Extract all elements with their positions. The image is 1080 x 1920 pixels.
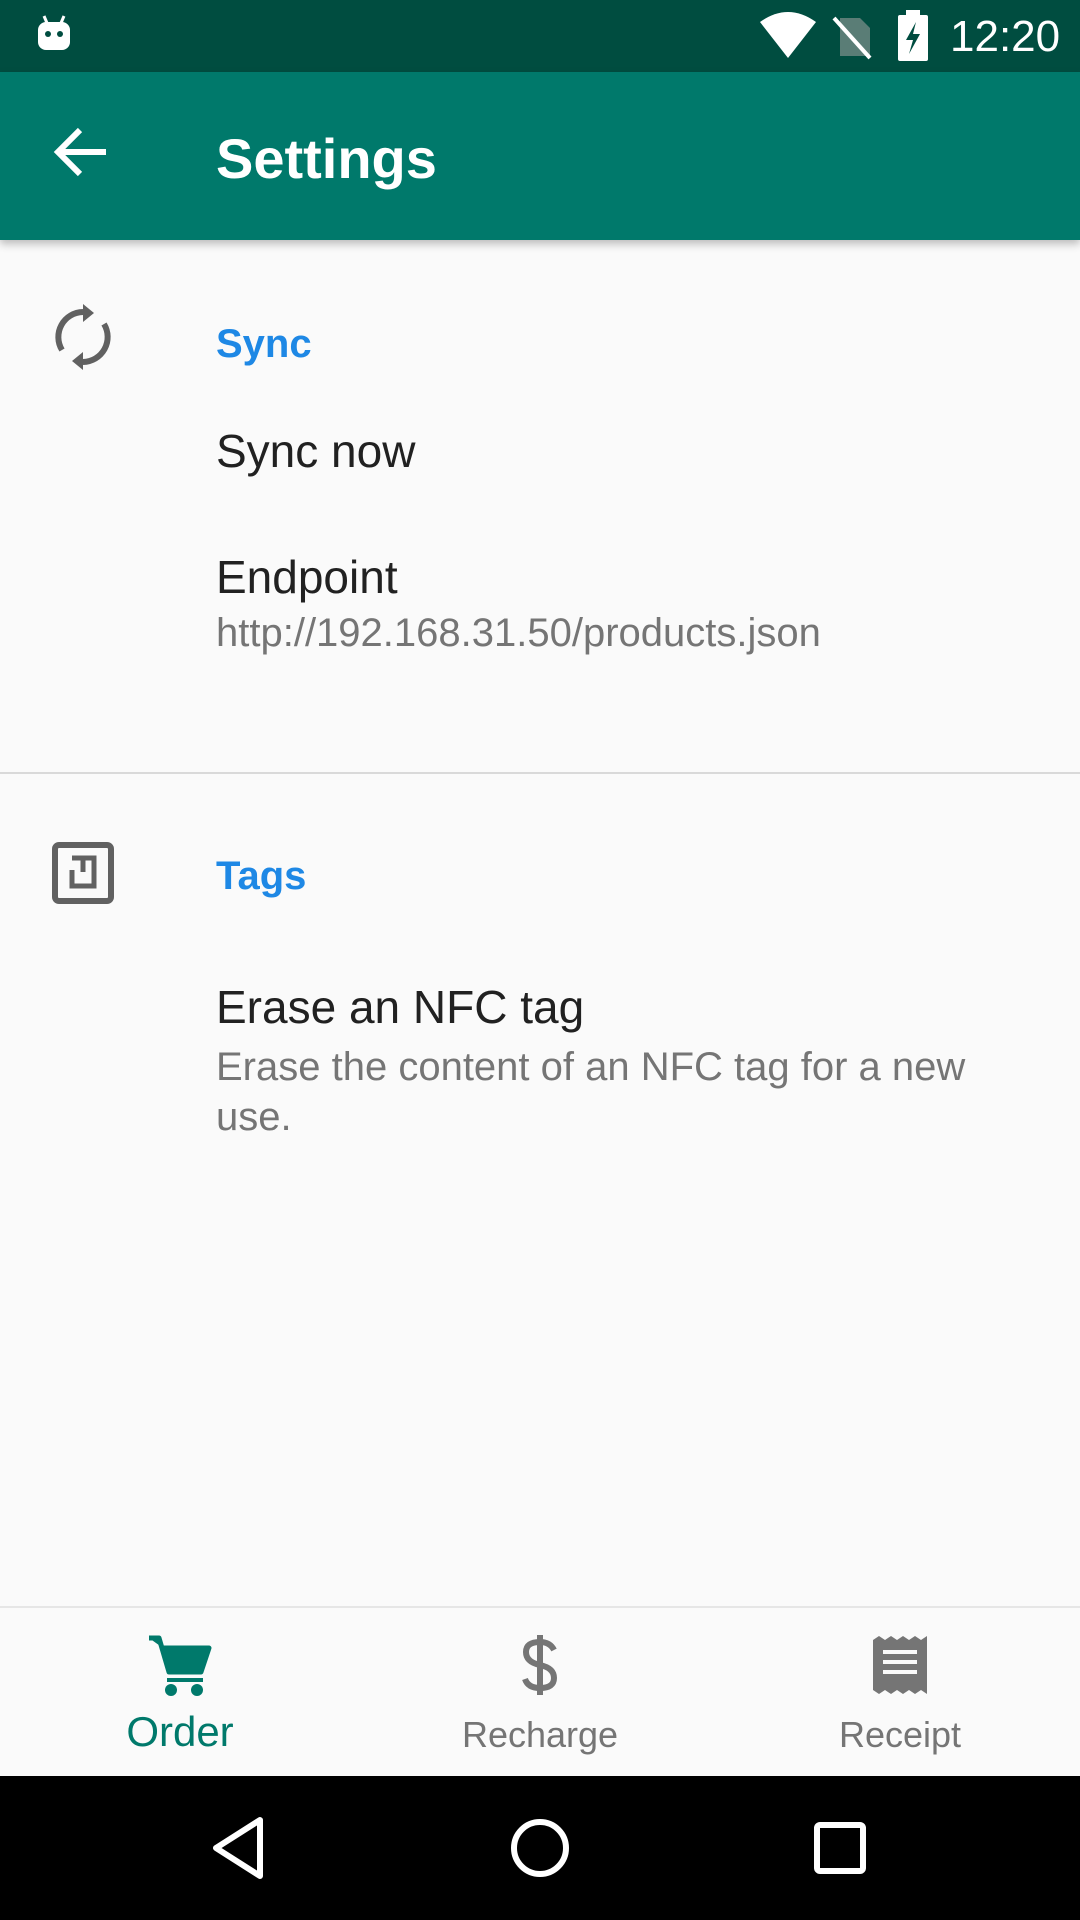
no-sim-icon [832, 14, 872, 65]
arrow-back-icon [48, 127, 116, 190]
back-button[interactable] [48, 118, 116, 186]
nav-item-receipt[interactable]: Receipt [720, 1608, 1080, 1778]
pref-endpoint[interactable]: Endpoint http://192.168.31.50/products.j… [0, 530, 1080, 700]
recents-square-icon [804, 1822, 876, 1888]
nav-label-receipt: Receipt [838, 1714, 962, 1755]
category-divider [0, 772, 1080, 774]
pref-endpoint-title: Endpoint [216, 551, 398, 603]
pref-sync-now-title: Sync now [216, 425, 416, 477]
app-bar: Settings [0, 72, 1080, 240]
page-title: Settings [216, 127, 437, 190]
bottom-navigation: Order Recharge Receipt [0, 1606, 1080, 1778]
nav-item-order[interactable]: Order [0, 1608, 360, 1778]
category-sync-title: Sync [216, 322, 312, 366]
nav-label-recharge: Recharge [461, 1714, 619, 1755]
nfc-icon [52, 842, 114, 909]
battery-charging-icon [896, 10, 930, 67]
pref-erase-nfc[interactable]: Erase an NFC tag Erase the content of an… [0, 960, 1080, 1160]
system-navigation-bar [0, 1776, 1080, 1920]
system-recents-button[interactable] [804, 1812, 876, 1884]
system-home-button[interactable] [504, 1812, 576, 1884]
android-icon [34, 14, 74, 59]
category-tags-title: Tags [216, 854, 307, 898]
pref-erase-nfc-summary: Erase the content of an NFC tag for a ne… [216, 1045, 966, 1139]
pref-endpoint-summary: http://192.168.31.50/products.json [216, 611, 821, 655]
sync-icon [50, 304, 116, 375]
back-triangle-icon [204, 1817, 276, 1888]
home-circle-icon [504, 1819, 576, 1888]
settings-list: Sync Sync now Endpoint http://192.168.31… [0, 240, 1080, 1606]
system-back-button[interactable] [204, 1812, 276, 1884]
pref-sync-now[interactable]: Sync now [0, 380, 1080, 520]
status-time: 12:20 [950, 12, 1061, 61]
dollar-icon [520, 1634, 560, 1701]
receipt-icon [871, 1636, 929, 1699]
nav-item-recharge[interactable]: Recharge [360, 1608, 720, 1778]
pref-erase-nfc-title: Erase an NFC tag [216, 981, 585, 1033]
nav-label-order: Order [126, 1708, 234, 1755]
status-bar: 12:20 [0, 0, 1080, 72]
cart-icon [147, 1632, 213, 1703]
wifi-icon [758, 12, 818, 65]
